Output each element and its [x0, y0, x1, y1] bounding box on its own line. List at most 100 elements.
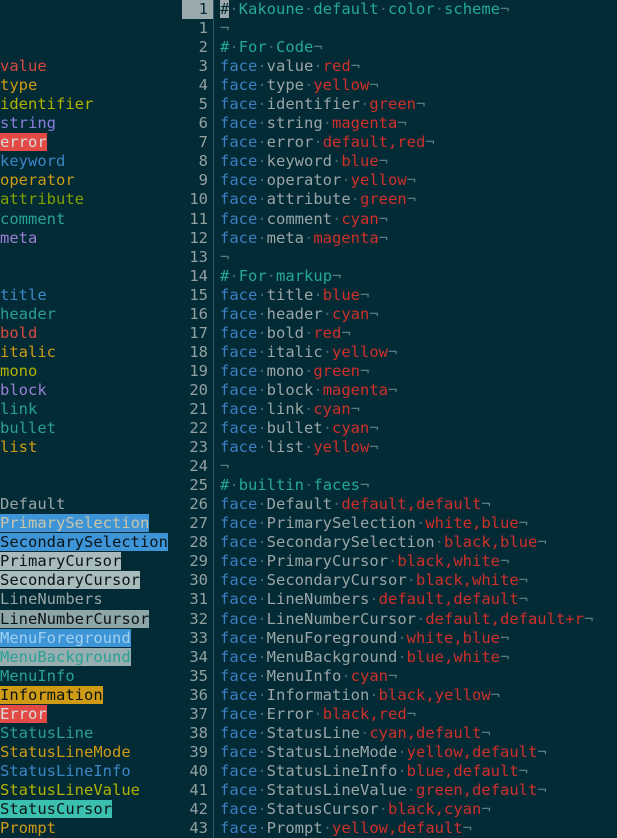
code-line-text[interactable]: face·link·cyan¬ — [220, 400, 617, 419]
code-line-text[interactable]: face·title·blue¬ — [220, 286, 617, 305]
code-line[interactable]: 8 face·keyword·blue¬ — [182, 152, 617, 172]
code-line[interactable]: 9 face·operator·yellow¬ — [182, 171, 617, 191]
code-line-text[interactable]: #·For·Code¬ — [220, 38, 617, 57]
code-line[interactable]: 36 face·Information·black,yellow¬ — [182, 685, 617, 705]
code-editor-pane[interactable]: 1 #·Kakoune·default·color·scheme¬ 1 ¬ 2 #·For… — [182, 0, 617, 838]
line-number: 24 — [189, 457, 208, 476]
code-line-text[interactable]: face·mono·green¬ — [220, 362, 617, 381]
code-line[interactable]: 40 face·StatusLineInfo·blue,default¬ — [182, 761, 617, 781]
code-line-text[interactable]: ¬ — [220, 19, 617, 38]
code-line[interactable]: 1 ¬ — [182, 19, 617, 39]
code-line[interactable]: 19 face·mono·green¬ — [182, 361, 617, 381]
code-line[interactable]: 42 face·StatusCursor·black,cyan¬ — [182, 799, 617, 820]
code-line[interactable]: 14 #·For·markup¬ — [182, 266, 617, 286]
code-line[interactable]: 23 face·list·yellow¬ — [182, 438, 617, 458]
code-line-text[interactable]: face·MenuBackground·blue,white¬ — [220, 648, 617, 667]
code-token: magenta — [322, 380, 389, 399]
code-line[interactable]: 1 #·Kakoune·default·color·scheme¬ — [182, 0, 617, 20]
code-line-text[interactable]: face·type·yellow¬ — [220, 76, 617, 95]
code-line[interactable]: 38 face·StatusLine·cyan,default¬ — [182, 723, 617, 743]
newline-glyph: ¬ — [406, 171, 417, 190]
code-line-text[interactable]: face·StatusCursor·black,cyan¬ — [220, 800, 617, 819]
code-line[interactable]: 30 face·SecondaryCursor·black,white¬ — [182, 571, 617, 591]
newline-glyph: ¬ — [406, 190, 417, 209]
code-line-text[interactable]: face·SecondaryCursor·black,white¬ — [220, 571, 617, 590]
code-line-text[interactable]: face·StatusLineInfo·blue,default¬ — [220, 762, 617, 781]
code-line[interactable]: 3 face·value·red¬ — [182, 57, 617, 77]
code-line-text[interactable]: #·Kakoune·default·color·scheme¬ — [220, 0, 617, 19]
code-line-text[interactable]: face·Error·black,red¬ — [220, 705, 617, 724]
code-line-text[interactable]: face·operator·yellow¬ — [220, 171, 617, 190]
code-line[interactable]: 2 #·For·Code¬ — [182, 38, 617, 58]
code-line[interactable]: 11 face·comment·cyan¬ — [182, 209, 617, 229]
code-line[interactable]: 15 face·title·blue¬ — [182, 285, 617, 305]
code-line[interactable]: 6 face·string·magenta¬ — [182, 114, 617, 134]
code-line[interactable]: 34 face·MenuBackground·blue,white¬ — [182, 647, 617, 667]
code-line[interactable]: 12 face·meta·magenta¬ — [182, 228, 617, 248]
code-line[interactable]: 43 face·Prompt·yellow,default¬ — [182, 819, 617, 838]
code-line-text[interactable]: face·SecondarySelection·black,blue¬ — [220, 533, 617, 552]
code-line-text[interactable]: face·identifier·green¬ — [220, 95, 617, 114]
space-dot-glyph: · — [322, 304, 333, 323]
code-token: face — [220, 323, 258, 342]
code-line-text[interactable]: face·MenuForeground·white,blue¬ — [220, 629, 617, 648]
code-line[interactable]: 28 face·SecondarySelection·black,blue¬ — [182, 533, 617, 553]
code-token: block — [266, 380, 314, 399]
code-line[interactable]: 26 face·Default·default,default¬ — [182, 495, 617, 515]
code-line-text[interactable]: #·builtin·faces¬ — [220, 476, 617, 495]
code-line[interactable]: 22 face·bullet·cyan¬ — [182, 419, 617, 439]
line-number: 42 — [189, 799, 208, 818]
code-line[interactable]: 41 face·StatusLineValue·green,default¬ — [182, 780, 617, 800]
gutter-separator — [213, 438, 214, 458]
code-line[interactable]: 21 face·link·cyan¬ — [182, 399, 617, 420]
code-line[interactable]: 13 ¬ — [182, 247, 617, 267]
code-line[interactable]: 16 face·header·cyan¬ — [182, 304, 617, 324]
code-line[interactable]: 35 face·MenuInfo·cyan¬ — [182, 666, 617, 686]
code-line-text[interactable]: face·value·red¬ — [220, 57, 617, 76]
code-line-text[interactable]: face·meta·magenta¬ — [220, 229, 617, 248]
code-line-text[interactable]: face·PrimarySelection·white,blue¬ — [220, 514, 617, 533]
code-line[interactable]: 37 face·Error·black,red¬ — [182, 704, 617, 724]
code-line-text[interactable]: face·comment·cyan¬ — [220, 210, 617, 229]
code-line[interactable]: 33 face·MenuForeground·white,blue¬ — [182, 628, 617, 648]
code-line[interactable]: 39 face·StatusLineMode·yellow,default¬ — [182, 742, 617, 762]
code-line-text[interactable]: face·header·cyan¬ — [220, 305, 617, 324]
code-line[interactable]: 27 face·PrimarySelection·white,blue¬ — [182, 514, 617, 534]
code-line-text[interactable]: face·StatusLineValue·green,default¬ — [220, 781, 617, 800]
code-line-text[interactable]: ¬ — [220, 248, 617, 267]
code-line-text[interactable]: face·LineNumbers·default,default¬ — [220, 590, 617, 609]
code-line[interactable]: 29 face·PrimaryCursor·black,white¬ — [182, 552, 617, 572]
code-line-text[interactable]: face·bold·red¬ — [220, 324, 617, 343]
code-line[interactable]: 10 face·attribute·green¬ — [182, 190, 617, 210]
code-line-text[interactable]: face·block·magenta¬ — [220, 381, 617, 400]
code-line[interactable]: 4 face·type·yellow¬ — [182, 76, 617, 96]
code-line-text[interactable]: ¬ — [220, 457, 617, 476]
code-line-text[interactable]: face·italic·yellow¬ — [220, 343, 617, 362]
code-line-text[interactable]: face·keyword·blue¬ — [220, 152, 617, 171]
code-line[interactable]: 7 face·error·default,red¬ — [182, 133, 617, 153]
code-line[interactable]: 5 face·identifier·green¬ — [182, 95, 617, 115]
code-line-text[interactable]: face·bullet·cyan¬ — [220, 419, 617, 438]
code-line-text[interactable]: face·attribute·green¬ — [220, 190, 617, 209]
code-line-text[interactable]: face·Prompt·yellow,default¬ — [220, 819, 617, 838]
code-line-text[interactable]: #·For·markup¬ — [220, 267, 617, 286]
code-line-text[interactable]: face·Default·default,default¬ — [220, 495, 617, 514]
code-line-text[interactable]: face·list·yellow¬ — [220, 438, 617, 457]
code-line[interactable]: 20 face·block·magenta¬ — [182, 380, 617, 400]
code-line-text[interactable]: face·error·default,red¬ — [220, 133, 617, 152]
line-number: 30 — [189, 571, 208, 590]
code-line[interactable]: 18 face·italic·yellow¬ — [182, 342, 617, 362]
code-line[interactable]: 32 face·LineNumberCursor·default,default+… — [182, 609, 617, 629]
code-line-text[interactable]: face·LineNumberCursor·default,default+r¬ — [220, 610, 617, 629]
code-line-text[interactable]: face·string·magenta¬ — [220, 114, 617, 133]
code-line[interactable]: 24 ¬ — [182, 457, 617, 477]
code-line[interactable]: 31 face·LineNumbers·default,default¬ — [182, 590, 617, 610]
code-line-text[interactable]: face·StatusLine·cyan,default¬ — [220, 724, 617, 743]
code-line[interactable]: 17 face·bold·red¬ — [182, 323, 617, 343]
code-line-text[interactable]: face·PrimaryCursor·black,white¬ — [220, 552, 617, 571]
code-token: yellow — [313, 76, 370, 95]
code-line-text[interactable]: face·StatusLineMode·yellow,default¬ — [220, 743, 617, 762]
code-line[interactable]: 25 #·builtin·faces¬ — [182, 476, 617, 496]
code-line-text[interactable]: face·MenuInfo·cyan¬ — [220, 667, 617, 686]
code-line-text[interactable]: face·Information·black,yellow¬ — [220, 686, 617, 705]
